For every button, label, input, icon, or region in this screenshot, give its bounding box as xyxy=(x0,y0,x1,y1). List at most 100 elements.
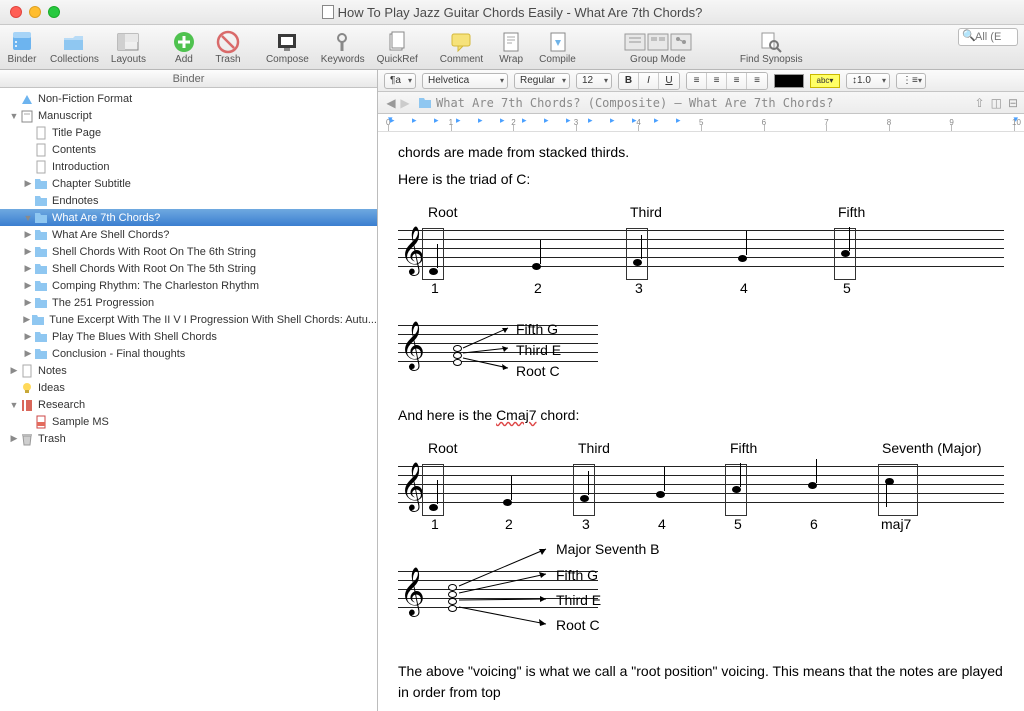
sidebar-item[interactable]: ▶ Tune Excerpt With The II V I Progressio… xyxy=(0,311,377,328)
book-red-icon xyxy=(20,398,34,412)
align-left[interactable]: ≡ xyxy=(687,73,707,89)
wrap-button[interactable]: Wrap xyxy=(495,28,527,65)
paragraph-style-select[interactable]: ¶a xyxy=(384,73,416,89)
disclosure-triangle[interactable]: ▶ xyxy=(8,365,20,376)
binder-sidebar: Binder Non-Fiction Format ▼ Manuscript Titl… xyxy=(0,70,378,711)
sidebar-item[interactable]: Endnotes xyxy=(0,192,377,209)
sidebar-item-label: Contents xyxy=(52,144,96,156)
sidebar-item[interactable]: ▶ What Are Shell Chords? xyxy=(0,226,377,243)
sidebar-item[interactable]: ▼ What Are 7th Chords? xyxy=(0,209,377,226)
sidebar-item[interactable]: ▶ Comping Rhythm: The Charleston Rhythm xyxy=(0,277,377,294)
font-select[interactable]: Helvetica xyxy=(422,73,508,89)
sidebar-item[interactable]: Contents xyxy=(0,141,377,158)
sidebar-item-label: What Are 7th Chords? xyxy=(52,212,160,224)
disclosure-triangle[interactable]: ▶ xyxy=(22,280,34,291)
sidebar-item[interactable]: ▶The 251 Progression xyxy=(0,294,377,311)
sidebar-item[interactable]: Title Page xyxy=(0,124,377,141)
folder-icon xyxy=(34,194,48,208)
highlight-color[interactable]: abc▾ xyxy=(810,74,840,88)
split-v-icon[interactable]: ◫ xyxy=(991,96,1002,110)
disclosure-triangle[interactable]: ▼ xyxy=(8,400,20,410)
sidebar-item[interactable]: Non-Fiction Format xyxy=(0,90,377,107)
trash-icon xyxy=(20,432,34,446)
align-right[interactable]: ≡ xyxy=(727,73,747,89)
sidebar-item[interactable]: ▶Shell Chords With Root On The 6th Strin… xyxy=(0,243,377,260)
sidebar-item-label: Comping Rhythm: The Charleston Rhythm xyxy=(52,280,259,292)
folder-icon xyxy=(34,211,48,225)
compile-button[interactable]: Compile xyxy=(539,28,576,65)
weight-select[interactable]: Regular xyxy=(514,73,570,89)
sidebar-item[interactable]: Sample MS xyxy=(0,413,377,430)
align-justify[interactable]: ≡ xyxy=(747,73,767,89)
ruler[interactable]: 012345678910▸▸▸▸▸▸▸▸▸▸▸▸▸▸▾▾ xyxy=(378,114,1024,132)
align-group: ≡ ≡ ≡ ≡ xyxy=(686,72,768,90)
editor-page[interactable]: chords are made from stacked thirds. Her… xyxy=(378,132,1024,711)
sidebar-item[interactable]: ▶Conclusion - Final thoughts xyxy=(0,345,377,362)
disclosure-triangle[interactable]: ▶ xyxy=(22,331,34,342)
disclosure-triangle[interactable]: ▶ xyxy=(8,433,20,444)
folder-icon xyxy=(34,296,48,310)
trash-button[interactable]: Trash xyxy=(212,28,244,65)
sidebar-item-label: Ideas xyxy=(38,382,65,394)
bold-button[interactable]: B xyxy=(619,73,639,89)
disclosure-triangle[interactable]: ▶ xyxy=(22,229,34,240)
size-select[interactable]: 12 xyxy=(576,73,612,89)
sidebar-item-label: What Are Shell Chords? xyxy=(52,229,169,241)
disclosure-triangle[interactable]: ▶ xyxy=(22,348,34,359)
underline-button[interactable]: U xyxy=(659,73,679,89)
sidebar-item[interactable]: ▼Research xyxy=(0,396,377,413)
sidebar-item[interactable]: ▶Chapter Subtitle xyxy=(0,175,377,192)
disclosure-triangle[interactable]: ▶ xyxy=(22,178,34,189)
align-center[interactable]: ≡ xyxy=(707,73,727,89)
disclosure-triangle[interactable]: ▶ xyxy=(22,246,34,257)
binder-header: Binder xyxy=(0,70,377,88)
sidebar-item-label: Manuscript xyxy=(38,110,92,122)
tri-icon xyxy=(20,92,34,106)
collections-button[interactable]: Collections xyxy=(50,28,99,65)
disclosure-triangle[interactable]: ▼ xyxy=(8,111,20,121)
sidebar-item-label: Sample MS xyxy=(52,416,109,428)
sidebar-item-label: Play The Blues With Shell Chords xyxy=(52,331,217,343)
disclosure-triangle[interactable]: ▶ xyxy=(22,297,34,308)
comment-button[interactable]: Comment xyxy=(440,28,483,65)
path-bar: ◀ ▶ What Are 7th Chords? (Composite) — W… xyxy=(378,92,1024,114)
doc-icon xyxy=(34,160,48,174)
disclosure-triangle[interactable]: ▶ xyxy=(22,314,31,325)
sidebar-item[interactable]: ▶Trash xyxy=(0,430,377,447)
italic-button[interactable]: I xyxy=(639,73,659,89)
folder-icon xyxy=(34,279,48,293)
disclosure-triangle[interactable]: ▼ xyxy=(22,213,34,223)
sidebar-item-label: Shell Chords With Root On The 5th String xyxy=(52,263,256,275)
sidebar-item[interactable]: ▶Notes xyxy=(0,362,377,379)
sidebar-item[interactable]: Ideas xyxy=(0,379,377,396)
split-h-icon[interactable]: ⊟ xyxy=(1008,96,1018,110)
search-icon: 🔍 xyxy=(962,29,976,42)
keywords-button[interactable]: Keywords xyxy=(321,28,365,65)
line-spacing[interactable]: ↕ 1.0 xyxy=(846,73,890,89)
find-synopsis-button[interactable]: Find Synopsis xyxy=(740,28,803,65)
sidebar-item-label: Tune Excerpt With The II V I Progression… xyxy=(49,314,377,326)
document-path[interactable]: What Are 7th Chords? (Composite) — What … xyxy=(436,96,833,110)
quickref-button[interactable]: QuickRef xyxy=(377,28,418,65)
layouts-button[interactable]: Layouts xyxy=(111,28,146,65)
history-back[interactable]: ◀ xyxy=(384,96,398,110)
add-button[interactable]: Add xyxy=(168,28,200,65)
doc-icon xyxy=(20,364,34,378)
sidebar-item[interactable]: ▶ Play The Blues With Shell Chords xyxy=(0,328,377,345)
list-style[interactable]: ⋮≡ xyxy=(896,73,926,89)
format-bar: ¶a Helvetica Regular 12 B I U ≡ ≡ ≡ ≡ ab… xyxy=(378,70,1024,92)
sidebar-item[interactable]: Introduction xyxy=(0,158,377,175)
folder-icon xyxy=(34,330,48,344)
group-mode-button[interactable]: Group Mode xyxy=(623,28,693,65)
treble-clef-icon: 𝄞 xyxy=(400,315,425,378)
compose-button[interactable]: Compose xyxy=(266,28,309,65)
sidebar-item[interactable]: ▶ Shell Chords With Root On The 5th Strin… xyxy=(0,260,377,277)
binder-button[interactable]: Binder xyxy=(6,28,38,65)
text-color[interactable] xyxy=(774,74,804,88)
pdf-icon xyxy=(34,415,48,429)
folder-icon xyxy=(34,177,48,191)
outline-up-icon[interactable]: ⇧ xyxy=(975,96,985,110)
sidebar-item[interactable]: ▼ Manuscript xyxy=(0,107,377,124)
disclosure-triangle[interactable]: ▶ xyxy=(22,263,34,274)
sidebar-item-label: Title Page xyxy=(52,127,101,139)
